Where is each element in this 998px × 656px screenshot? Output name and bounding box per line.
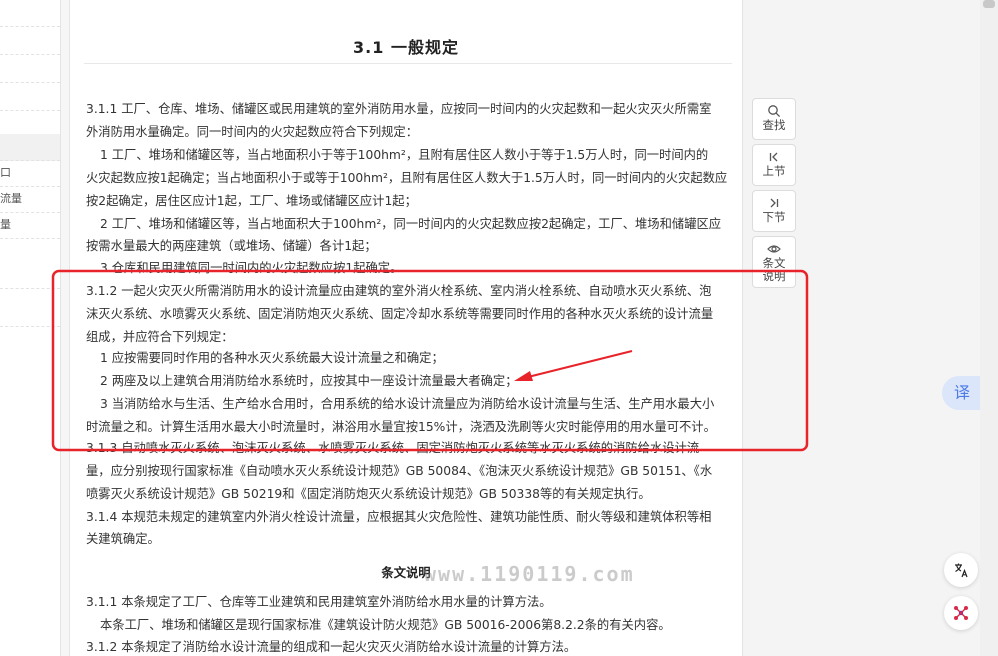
text-line: 3.1.4 本规范未规定的建筑室内外消火栓设计流量，应根据其火灾危险性、建筑功能… (86, 510, 712, 524)
app-logo-icon (954, 606, 968, 620)
sidebar-resize-handle[interactable] (61, 0, 70, 656)
text-line: 1 应按需要同时作用的各种水灭火系统最大设计流量之和确定； (100, 351, 444, 365)
explanation-heading: 条文说明 (381, 566, 431, 580)
translate-tool-button[interactable] (944, 553, 978, 587)
text-line: 按2起确定，居住区应计1起，工厂、堆场或储罐区应计1起； (86, 194, 417, 208)
text-line: 3.1.1 工厂、仓库、堆场、储罐区或民用建筑的室外消防用水量，应按同一时间内的… (86, 102, 712, 116)
clause-explanation-button[interactable]: 条文说明 (752, 236, 796, 288)
text-line: 2 两座及以上建筑合用消防给水系统时，应按其中一座设计流量最大者确定； (100, 374, 518, 388)
text-line: 沫灭火系统、水喷雾灭火系统、固定消防炮灭火系统、固定冷却水系统等需要同时作用的各… (86, 307, 714, 321)
text-line: 外消防用水量确定。同一时间内的火灾起数应符合下列规定： (86, 125, 419, 139)
text-line: 3 仓库和民用建筑同一时间内的火灾起数应按1起确定。 (100, 261, 403, 275)
eye-icon (767, 245, 781, 253)
watermark: www.1190119.com (424, 562, 635, 586)
skip-prev-icon (769, 152, 778, 162)
toc-item[interactable] (0, 0, 60, 27)
text-line: 火灾起数应按1起确定；当占地面积小于或等于100hm²，且附有居住区人数大于1.… (86, 171, 728, 185)
next-section-label: 下节 (762, 210, 786, 224)
search-icon (768, 105, 781, 118)
toc-item[interactable] (0, 56, 60, 83)
text-line: 喷雾灭火系统设计规范》GB 50219和《固定消防炮灭火系统设计规范》GB 50… (86, 487, 651, 501)
vertical-scrollbar[interactable] (980, 0, 998, 656)
text-line: 本条工厂、堆场和储罐区是现行国家标准《建筑设计防火规范》GB 50016-200… (100, 618, 671, 632)
toc-item[interactable] (0, 84, 60, 111)
toc-item[interactable] (0, 300, 60, 327)
toc-item[interactable]: 量 (0, 212, 60, 239)
text-line: 3.1.1 本条规定了工厂、仓库等工业建筑和民用建筑室外消防给水用水量的计算方法… (86, 595, 552, 609)
document-page: 3.1 一般规定 3.1.1 工厂、仓库、堆场、储罐区或民用建筑的室外消防用水量… (70, 0, 743, 656)
toc-item[interactable]: 流量 (0, 186, 60, 213)
translate-icon (955, 563, 968, 578)
text-line: 量，应分别按现行国家标准《自动喷水灭火系统设计规范》GB 50084、《泡沫灭火… (86, 464, 713, 478)
prev-section-button[interactable]: 上节 (752, 144, 796, 186)
text-line: 3.1.2 一起火灾灭火所需消防用水的设计流量应由建筑的室外消火栓系统、室内消火… (86, 284, 712, 298)
toc-item[interactable] (0, 262, 60, 289)
toc-item[interactable] (0, 28, 60, 55)
text-line: 时流量之和。计算生活用水最大小时流量时，淋浴用水量宜按15%计，浇洒及洗刷等火灾… (86, 420, 716, 434)
translate-button[interactable]: 译 (942, 376, 982, 410)
prev-section-label: 上节 (762, 164, 786, 178)
text-line: 组成，并应符合下列规定： (86, 330, 234, 344)
title-divider (84, 63, 732, 64)
text-line: 3.1.2 本条规定了消防给水设计流量的组成和一起火灾灭火消防给水设计流量的计算… (86, 640, 577, 654)
text-line: 1 工厂、堆场和储罐区等，当占地面积小于等于100hm²，且附有居住区人数小于等… (100, 148, 709, 162)
toc-item[interactable]: 口 (0, 160, 60, 187)
text-line: 关建筑确定。 (86, 532, 160, 546)
scroll-thumb[interactable] (983, 0, 995, 8)
clause-explanation-label: 条文说明 (762, 256, 786, 283)
text-line: 按需水量最大的两座建筑（或堆场、储罐）各计1起； (86, 239, 377, 253)
skip-next-icon (770, 198, 779, 208)
page-title: 3.1 一般规定 (353, 38, 459, 57)
app-assistant-button[interactable] (944, 596, 978, 630)
search-button[interactable]: 查找 (752, 98, 796, 140)
toc-item-selected[interactable] (0, 134, 60, 161)
next-section-button[interactable]: 下节 (752, 190, 796, 232)
search-label: 查找 (762, 118, 786, 132)
toc-sidebar: 口 流量 量 (0, 0, 61, 656)
text-line: 3 当消防给水与生活、生产给水合用时，合用系统的给水设计流量应为消防给水设计流量… (100, 397, 715, 411)
text-line: 2 工厂、堆场和储罐区等，当占地面积大于100hm²，同一时间内的火灾起数应按2… (100, 217, 722, 231)
text-line: 3.1.3 自动喷水灭火系统、泡沫灭火系统、水喷雾灭火系统、固定消防炮灭火系统等… (86, 441, 700, 455)
